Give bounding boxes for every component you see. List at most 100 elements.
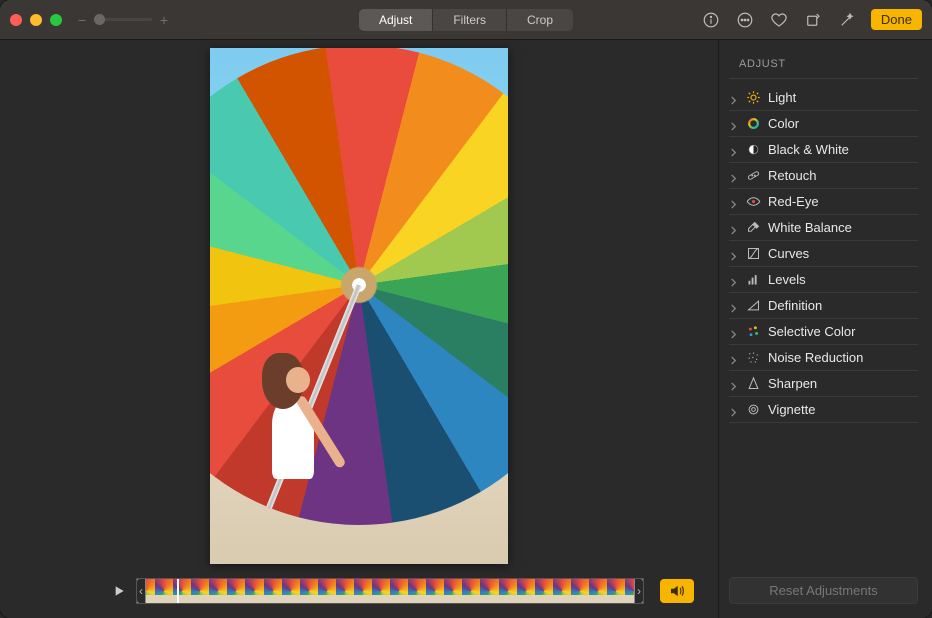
adjust-item-label: Light — [768, 90, 796, 105]
zoom-in-icon: + — [158, 12, 170, 28]
film-frame — [300, 579, 318, 603]
zoom-track[interactable] — [94, 18, 152, 21]
film-frame — [390, 579, 408, 603]
titlebar: − + Adjust Filters Crop — [0, 0, 932, 40]
reset-adjustments-button[interactable]: Reset Adjustments — [729, 577, 918, 604]
adjust-item-black-white[interactable]: Black & White — [729, 137, 918, 163]
film-frame — [372, 579, 390, 603]
adjust-item-label: Curves — [768, 246, 809, 261]
film-frame — [245, 579, 263, 603]
adjust-item-light[interactable]: Light — [729, 85, 918, 111]
film-frame — [408, 579, 426, 603]
info-icon[interactable] — [701, 10, 721, 30]
done-button[interactable]: Done — [871, 9, 922, 30]
chevron-right-icon — [729, 301, 739, 311]
film-frame — [155, 579, 173, 603]
film-frame — [517, 579, 535, 603]
chevron-right-icon — [729, 379, 739, 389]
chevron-right-icon — [729, 275, 739, 285]
favorite-icon[interactable] — [769, 10, 789, 30]
close-window-button[interactable] — [10, 14, 22, 26]
film-frame — [209, 579, 227, 603]
adjust-item-label: Red-Eye — [768, 194, 819, 209]
adjust-item-white-balance[interactable]: White Balance — [729, 215, 918, 241]
film-frame — [499, 579, 517, 603]
canvas-area: ‹ › — [0, 40, 718, 618]
film-frame — [462, 579, 480, 603]
chevron-right-icon — [729, 145, 739, 155]
curves-icon — [746, 246, 761, 261]
film-frame — [282, 579, 300, 603]
adjust-sidebar: ADJUST LightColorBlack & WhiteRetouchRed… — [718, 40, 932, 618]
film-frame — [589, 579, 607, 603]
film-frame — [318, 579, 336, 603]
adjust-item-retouch[interactable]: Retouch — [729, 163, 918, 189]
sun-icon — [746, 90, 761, 105]
adjust-item-levels[interactable]: Levels — [729, 267, 918, 293]
mode-tabs: Adjust Filters Crop — [359, 9, 573, 31]
chevron-right-icon — [729, 327, 739, 337]
adjust-item-sharpen[interactable]: Sharpen — [729, 371, 918, 397]
audio-button[interactable] — [660, 579, 694, 603]
minimize-window-button[interactable] — [30, 14, 42, 26]
film-frame — [354, 579, 372, 603]
auto-enhance-icon[interactable] — [837, 10, 857, 30]
film-frame — [173, 579, 191, 603]
toolbar-right: Done — [701, 9, 922, 30]
zoom-thumb[interactable] — [94, 14, 105, 25]
bw-circle-icon — [746, 142, 761, 157]
play-button[interactable] — [106, 578, 132, 604]
zoom-window-button[interactable] — [50, 14, 62, 26]
filmstrip[interactable]: ‹ › — [136, 578, 644, 604]
adjust-item-label: Sharpen — [768, 376, 817, 391]
adjust-item-label: Color — [768, 116, 799, 131]
chevron-right-icon — [729, 197, 739, 207]
editor-window: − + Adjust Filters Crop — [0, 0, 932, 618]
dots-icon — [746, 324, 761, 339]
film-frame — [264, 579, 282, 603]
adjust-item-vignette[interactable]: Vignette — [729, 397, 918, 423]
adjust-item-color[interactable]: Color — [729, 111, 918, 137]
chevron-right-icon — [729, 119, 739, 129]
hue-ring-icon — [746, 116, 761, 131]
adjust-item-red-eye[interactable]: Red-Eye — [729, 189, 918, 215]
adjustment-list: Light Color Black & White Retouch Red-Eye Whi… — [729, 85, 918, 423]
tab-adjust[interactable]: Adjust — [359, 9, 433, 31]
adjust-item-label: Black & White — [768, 142, 849, 157]
adjust-item-label: Vignette — [768, 402, 815, 417]
window-controls — [10, 14, 62, 26]
adjust-item-label: Levels — [768, 272, 806, 287]
adjust-item-selective-color[interactable]: Selective Color — [729, 319, 918, 345]
timeline-strip: ‹ › — [0, 578, 718, 604]
playhead[interactable] — [177, 578, 179, 604]
tab-crop[interactable]: Crop — [507, 9, 573, 31]
adjust-item-curves[interactable]: Curves — [729, 241, 918, 267]
adjust-item-noise-reduction[interactable]: Noise Reduction — [729, 345, 918, 371]
eye-icon — [746, 194, 761, 209]
film-frame — [607, 579, 625, 603]
tab-filters[interactable]: Filters — [433, 9, 507, 31]
photo-preview[interactable] — [210, 48, 508, 564]
adjust-item-label: Retouch — [768, 168, 816, 183]
film-frame — [571, 579, 589, 603]
trim-handle-right[interactable]: › — [634, 578, 644, 604]
editor-body: ‹ › ADJUST LightColorBlack & WhiteRetouc… — [0, 40, 932, 618]
zoom-slider[interactable]: − + — [76, 12, 170, 28]
trim-handle-left[interactable]: ‹ — [136, 578, 146, 604]
noise-icon — [746, 350, 761, 365]
chevron-right-icon — [729, 249, 739, 259]
film-frame — [227, 579, 245, 603]
film-frame — [426, 579, 444, 603]
adjust-item-definition[interactable]: Definition — [729, 293, 918, 319]
more-icon[interactable] — [735, 10, 755, 30]
film-frame — [444, 579, 462, 603]
film-frame — [480, 579, 498, 603]
levels-icon — [746, 272, 761, 287]
zoom-out-icon: − — [76, 12, 88, 28]
rotate-icon[interactable] — [803, 10, 823, 30]
photo-person — [252, 353, 338, 523]
adjust-item-label: Noise Reduction — [768, 350, 863, 365]
chevron-right-icon — [729, 223, 739, 233]
film-frame — [553, 579, 571, 603]
adjust-item-label: Selective Color — [768, 324, 855, 339]
